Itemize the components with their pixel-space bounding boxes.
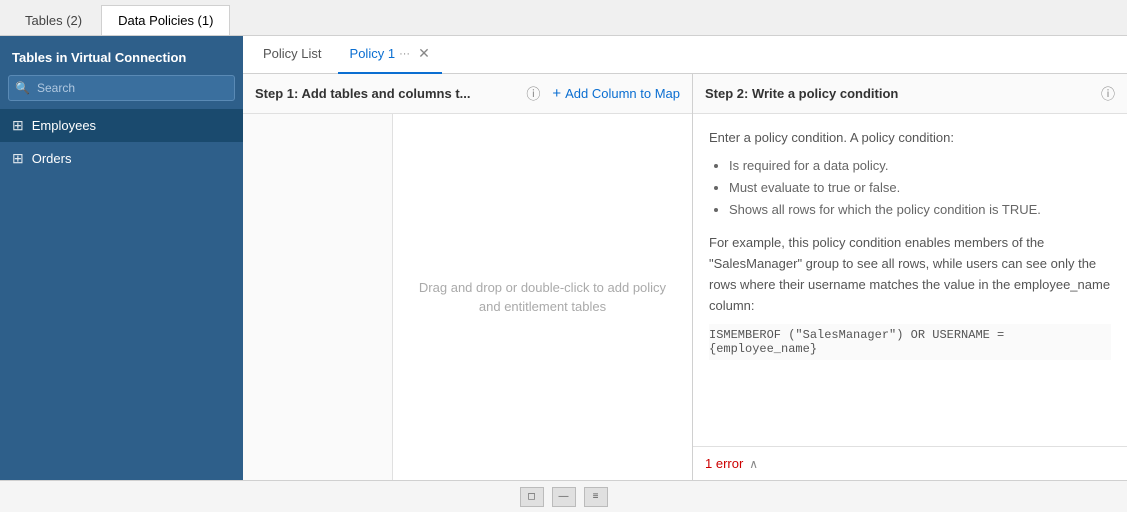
- add-column-button[interactable]: + Add Column to Map: [552, 85, 680, 102]
- table-icon-employees: ⊞: [12, 117, 24, 134]
- step2-code-example: ISMEMBEROF ("SalesManager") OR USERNAME …: [709, 324, 1111, 360]
- drag-drop-hint: Drag and drop or double-click to add pol…: [403, 262, 682, 333]
- sidebar-title: Tables in Virtual Connection: [0, 36, 243, 75]
- tab-policy-1-more[interactable]: ···: [399, 48, 410, 60]
- sidebar-item-label-orders: Orders: [32, 151, 72, 166]
- drag-hint-line2: and entitlement tables: [419, 297, 666, 317]
- error-chevron-icon[interactable]: ∧: [749, 457, 758, 471]
- step2-title: Step 2: Write a policy condition: [705, 86, 1097, 101]
- main-layout: Tables in Virtual Connection 🔍 ⊞ Employe…: [0, 36, 1127, 480]
- sidebar-item-label-employees: Employees: [32, 118, 96, 133]
- step1-right-column: Drag and drop or double-click to add pol…: [393, 114, 692, 480]
- tab-policy-1-label: Policy 1: [350, 46, 396, 61]
- bottom-bar: ◻ — ≡: [0, 480, 1127, 512]
- tab-data-policies[interactable]: Data Policies (1): [101, 5, 230, 35]
- tab-policy-1-close[interactable]: ✕: [418, 45, 430, 62]
- search-icon: 🔍: [15, 81, 30, 95]
- tab-tables[interactable]: Tables (2): [8, 5, 99, 35]
- step1-body: Drag and drop or double-click to add pol…: [243, 114, 692, 480]
- step2-info-icon[interactable]: ⓘ: [1101, 84, 1115, 104]
- steps-area: Step 1: Add tables and columns t... ⓘ + …: [243, 74, 1127, 480]
- table-icon-orders: ⊞: [12, 150, 24, 167]
- tab-policy-list[interactable]: Policy List: [251, 36, 334, 74]
- step2-body: Enter a policy condition. A policy condi…: [693, 114, 1127, 446]
- top-tabs-bar: Tables (2) Data Policies (1): [0, 0, 1127, 36]
- step2-bullet-2: Must evaluate to true or false.: [729, 177, 1111, 199]
- bottom-bar-btn-3[interactable]: ≡: [584, 487, 608, 507]
- step2-bullet-1: Is required for a data policy.: [729, 155, 1111, 177]
- step1-header: Step 1: Add tables and columns t... ⓘ + …: [243, 74, 692, 114]
- step2-bullet-3: Shows all rows for which the policy cond…: [729, 199, 1111, 221]
- step2-bullets: Is required for a data policy. Must eval…: [729, 155, 1111, 221]
- tab-policy-1[interactable]: Policy 1 ··· ✕: [338, 36, 442, 74]
- step1-info-icon[interactable]: ⓘ: [526, 84, 540, 104]
- search-input[interactable]: [8, 75, 235, 101]
- step1-left-column: [243, 114, 393, 480]
- add-column-label: Add Column to Map: [565, 86, 680, 101]
- step2-panel: Step 2: Write a policy condition ⓘ Enter…: [693, 74, 1127, 480]
- step2-intro: Enter a policy condition. A policy condi…: [709, 130, 1111, 145]
- step2-example-text: For example, this policy condition enabl…: [709, 233, 1111, 316]
- step1-panel: Step 1: Add tables and columns t... ⓘ + …: [243, 74, 693, 480]
- sidebar: Tables in Virtual Connection 🔍 ⊞ Employe…: [0, 36, 243, 480]
- content-area: Policy List Policy 1 ··· ✕ Step 1: Add t…: [243, 36, 1127, 480]
- add-column-plus-icon: +: [552, 85, 561, 102]
- bottom-bar-btn-1[interactable]: ◻: [520, 487, 544, 507]
- policy-tabs-bar: Policy List Policy 1 ··· ✕: [243, 36, 1127, 74]
- bottom-bar-btn-2[interactable]: —: [552, 487, 576, 507]
- sidebar-item-employees[interactable]: ⊞ Employees: [0, 109, 243, 142]
- step1-title: Step 1: Add tables and columns t...: [255, 86, 522, 101]
- sidebar-search-container: 🔍: [8, 75, 235, 101]
- drag-hint-line1: Drag and drop or double-click to add pol…: [419, 278, 666, 298]
- error-bar: 1 error ∧: [693, 446, 1127, 480]
- error-count: 1 error: [705, 456, 743, 471]
- step2-header: Step 2: Write a policy condition ⓘ: [693, 74, 1127, 114]
- sidebar-item-orders[interactable]: ⊞ Orders: [0, 142, 243, 175]
